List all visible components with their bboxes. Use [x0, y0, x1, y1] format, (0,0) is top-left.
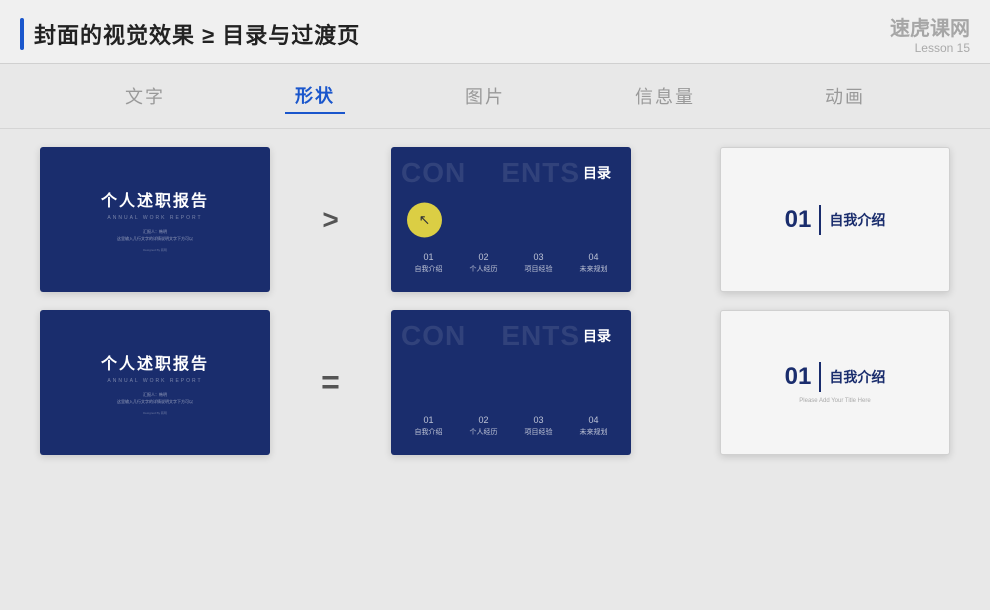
toc-label-2: 个人经历	[470, 264, 498, 274]
section-num-1: 01	[785, 206, 812, 234]
cover-designed-2: Designed By 韩明	[143, 411, 167, 415]
section-subtitle-2: Please Add Your Title Here	[799, 398, 870, 404]
content-grid: 个人述职报告 ANNUAL WORK REPORT 汇报人：韩明 这里输入几行文…	[0, 129, 990, 473]
cover-title-cn-2: 个人述职报告	[101, 350, 209, 374]
cover-designed-1: Designed By 韩明	[143, 248, 167, 252]
section-slide-1: 01 自我介绍	[720, 147, 950, 292]
toc-items-1: 01 自我介绍 02 个人经历 03 项目经验 04 未来规划	[391, 252, 631, 274]
toc-item-5: 01 自我介绍	[415, 415, 443, 437]
section-divider-2	[819, 362, 821, 392]
toc-items-2: 01 自我介绍 02 个人经历 03 项目经验 04 未来规划	[391, 415, 631, 437]
toc-item-8: 04 未来规划	[580, 415, 608, 437]
cover-title-cn-1: 个人述职报告	[101, 187, 209, 211]
logo-lesson: Lesson 15	[890, 41, 970, 55]
cover-title-en-1: ANNUAL WORK REPORT	[107, 215, 202, 221]
logo-brand: 速虎课网	[890, 12, 970, 41]
toc-num-3: 03	[533, 252, 543, 262]
toc-bg-text-1: CON ENTS	[401, 157, 580, 189]
cover-slide-1: 个人述职报告 ANNUAL WORK REPORT 汇报人：韩明 这里输入几行文…	[40, 147, 270, 292]
toc-item-7: 03 项目经验	[525, 415, 553, 437]
cover-slide-2: 个人述职报告 ANNUAL WORK REPORT 汇报人：韩明 这里输入几行文…	[40, 310, 270, 455]
tab-image[interactable]: 图片	[455, 79, 515, 113]
toc-slide-2: CON ENTS 目录 01 自我介绍 02 个人经历 03 项目经验 04 未…	[391, 310, 631, 455]
cover-title-en-2: ANNUAL WORK REPORT	[107, 378, 202, 384]
tab-shape[interactable]: 形状	[285, 78, 345, 114]
section-inner-2: 01 自我介绍	[785, 362, 886, 392]
toc-bg-text-2: CON ENTS	[401, 320, 580, 352]
logo-area: 速虎课网 Lesson 15	[890, 12, 970, 55]
toc-label-8: 未来规划	[580, 427, 608, 437]
section-num-2: 01	[785, 363, 812, 391]
section-slide-2: 01 自我介绍 Please Add Your Title Here	[720, 310, 950, 455]
toc-slide-1: CON ENTS 目录 ↖ 01 自我介绍 02 个人经历 03 项目经验	[391, 147, 631, 292]
toc-title-1: 目录	[583, 163, 611, 183]
toc-item-6: 02 个人经历	[470, 415, 498, 437]
header: 封面的视觉效果 ≥ 目录与过渡页 速虎课网 Lesson 15	[0, 0, 990, 64]
toc-num-1: 01	[423, 252, 433, 262]
equal-symbol: =	[306, 364, 356, 401]
toc-label-3: 项目经验	[525, 264, 553, 274]
toc-item-3: 03 项目经验	[525, 252, 553, 274]
page-title: 封面的视觉效果 ≥ 目录与过渡页	[34, 18, 360, 50]
operator-greater: >	[306, 204, 356, 236]
section-title-2: 自我介绍	[829, 367, 885, 387]
nav-tabs: 文字 形状 图片 信息量 动画	[0, 64, 990, 129]
cover-author-2: 汇报人：韩明 这里输入几行文字的详情说明文字下方可以	[117, 392, 193, 405]
section-title-1: 自我介绍	[829, 210, 885, 230]
toc-label-4: 未来规划	[580, 264, 608, 274]
toc-label-5: 自我介绍	[415, 427, 443, 437]
cursor-pointer-icon: ↖	[419, 211, 431, 228]
tab-text[interactable]: 文字	[115, 79, 175, 113]
toc-item-2: 02 个人经历	[470, 252, 498, 274]
toc-num-4: 04	[588, 252, 598, 262]
header-title: 封面的视觉效果 ≥ 目录与过渡页	[20, 18, 360, 50]
toc-label-6: 个人经历	[470, 427, 498, 437]
header-accent-bar	[20, 18, 24, 50]
cursor-circle: ↖	[407, 202, 442, 237]
toc-num-7: 03	[533, 415, 543, 425]
toc-item-1: 01 自我介绍	[415, 252, 443, 274]
toc-num-8: 04	[588, 415, 598, 425]
toc-label-1: 自我介绍	[415, 264, 443, 274]
toc-num-2: 02	[478, 252, 488, 262]
tab-animation[interactable]: 动画	[815, 79, 875, 113]
section-inner-1: 01 自我介绍	[785, 205, 886, 235]
greater-than-symbol: >	[306, 204, 356, 236]
toc-num-5: 01	[423, 415, 433, 425]
tab-info[interactable]: 信息量	[625, 79, 705, 113]
operator-equal: =	[306, 364, 356, 401]
toc-item-4: 04 未来规划	[580, 252, 608, 274]
cover-author-1: 汇报人：韩明 这里输入几行文字的详情说明文字下方可以	[117, 229, 193, 242]
toc-label-7: 项目经验	[525, 427, 553, 437]
comparison-row-2: 个人述职报告 ANNUAL WORK REPORT 汇报人：韩明 这里输入几行文…	[40, 310, 950, 455]
section-divider-1	[819, 205, 821, 235]
toc-num-6: 02	[478, 415, 488, 425]
toc-title-2: 目录	[583, 326, 611, 346]
comparison-row-1: 个人述职报告 ANNUAL WORK REPORT 汇报人：韩明 这里输入几行文…	[40, 147, 950, 292]
